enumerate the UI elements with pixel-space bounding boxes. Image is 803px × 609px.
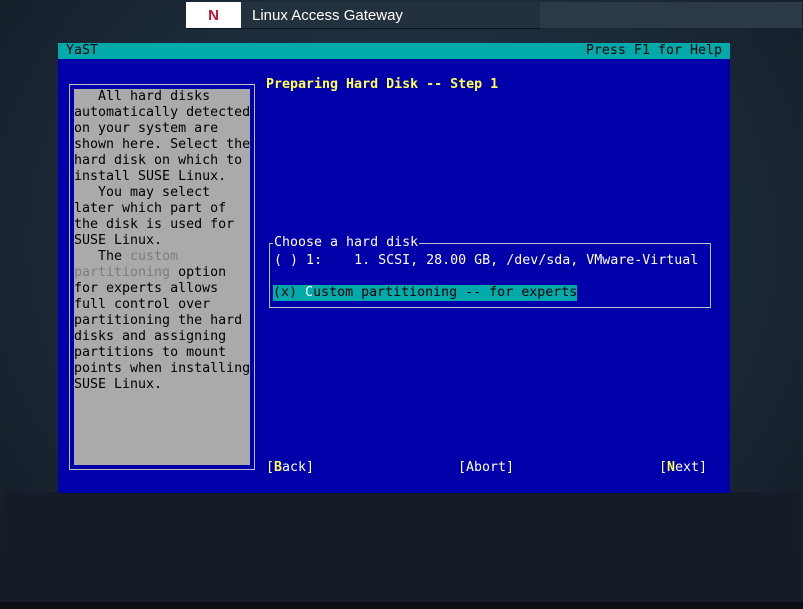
option-label: ustom partitioning -- for experts	[313, 285, 578, 300]
help-term-partitioning: partitioning	[74, 265, 171, 280]
next-hotkey: N	[667, 460, 676, 475]
bracket: [	[458, 460, 467, 475]
radio-button-checked[interactable]: (x)	[273, 285, 297, 300]
radio-option-disk-sda[interactable]: ( ) 1: 1. SCSI, 28.00 GB, /dev/sda, VMwa…	[274, 253, 698, 269]
help-term-custom: custom	[130, 249, 179, 264]
radio-button-unchecked[interactable]: ( )	[274, 253, 298, 268]
selection-legend: Choose a hard disk	[273, 235, 420, 251]
abort-label: bort]	[474, 460, 515, 475]
help-frame: All hard disks automatically detected on…	[69, 84, 255, 470]
option-hotkey: C	[305, 285, 314, 300]
novell-logo: N	[186, 2, 241, 28]
option-label: : 1. SCSI, 28.00 GB, /dev/sda, VMware-Vi…	[314, 253, 699, 268]
help-paragraph-2: You may select later which part of the d…	[74, 185, 235, 248]
console-lower-area	[4, 492, 799, 602]
step-title: Preparing Hard Disk -- Step 1	[266, 77, 499, 92]
yast-header: YaST Press F1 for Help	[58, 43, 730, 59]
help-text-pane[interactable]: All hard disks automatically detected on…	[74, 89, 250, 465]
abort-hotkey: A	[466, 460, 475, 475]
yast-screen: YaST Press F1 for Help All hard disks au…	[58, 43, 730, 493]
console-title-bar: N Linux Access Gateway	[186, 2, 540, 29]
title-bar-filler	[540, 2, 802, 28]
back-hotkey: B	[274, 460, 283, 475]
help-paragraph-1: All hard disks automatically detected on…	[74, 89, 250, 184]
back-label: ack]	[282, 460, 315, 475]
bracket: [	[659, 460, 668, 475]
help-paragraph-3-rest: option for experts allows full control o…	[74, 265, 250, 392]
logo-letter: N	[208, 6, 219, 24]
abort-button[interactable]: [Abort]	[458, 460, 514, 476]
next-label: ext]	[675, 460, 708, 475]
hard-disk-selection-box: Choose a hard disk ( ) 1: 1. SCSI, 28.00…	[269, 235, 711, 308]
bracket: [	[266, 460, 275, 475]
product-name: Linux Access Gateway	[252, 7, 403, 24]
yast-app-name: YaST	[66, 43, 99, 58]
help-hint: Press F1 for Help	[585, 43, 722, 58]
back-button[interactable]: [Back]	[266, 460, 314, 476]
help-paragraph-3-start: The	[74, 249, 131, 264]
bottom-edge	[0, 602, 803, 609]
option-hotkey: 1	[306, 253, 315, 268]
next-button[interactable]: [Next]	[659, 460, 707, 476]
radio-option-custom-partitioning[interactable]: (x) Custom partitioning -- for experts	[273, 285, 578, 301]
